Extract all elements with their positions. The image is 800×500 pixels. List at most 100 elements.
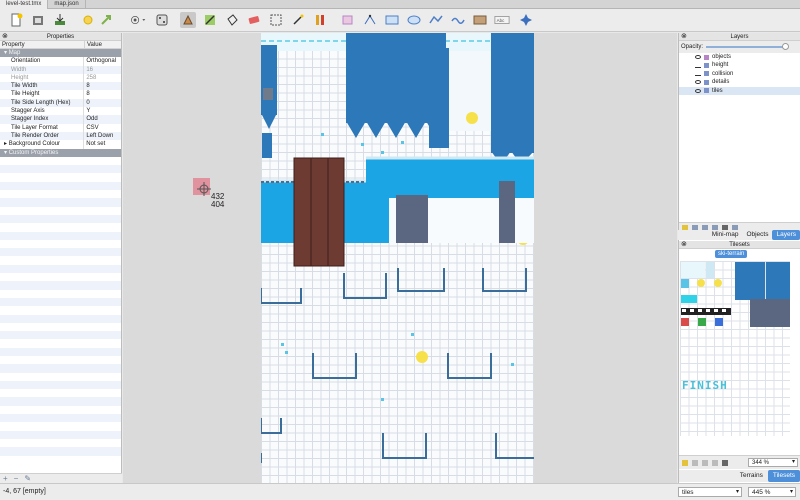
tab-mini-map[interactable]: Mini-map bbox=[708, 230, 743, 240]
layer-item-height[interactable]: height bbox=[679, 61, 800, 69]
tileset-grid[interactable]: FINISH bbox=[680, 261, 790, 436]
current-layer-select[interactable]: tiles bbox=[678, 487, 742, 497]
property-row[interactable]: Tile Height 8 bbox=[0, 90, 121, 99]
tile-map-canvas[interactable] bbox=[261, 33, 534, 483]
property-value[interactable]: CSV bbox=[84, 124, 121, 132]
insert-ellipse-icon[interactable] bbox=[406, 12, 422, 28]
property-row[interactable]: ▸ Background Colour Not set bbox=[0, 140, 121, 149]
property-value[interactable]: Odd bbox=[84, 115, 121, 123]
empty-row bbox=[0, 380, 121, 390]
property-row[interactable]: Orientation Orthogonal bbox=[0, 57, 121, 66]
insert-polygon-icon[interactable] bbox=[428, 12, 444, 28]
property-row[interactable]: Tile Width 8 bbox=[0, 82, 121, 91]
empty-row bbox=[0, 281, 121, 290]
property-column-header[interactable]: Property bbox=[0, 41, 85, 48]
map-group-row[interactable]: ▾ Map bbox=[0, 49, 121, 58]
property-row[interactable]: Tile Render Order Left Down bbox=[0, 131, 121, 141]
eye-open-icon[interactable] bbox=[695, 80, 701, 85]
tab-layers[interactable]: Layers bbox=[772, 230, 800, 240]
property-value[interactable]: 16 bbox=[84, 66, 121, 74]
remove-property-icon[interactable]: − bbox=[14, 474, 19, 483]
export-tileset-icon[interactable] bbox=[702, 459, 708, 466]
empty-row bbox=[0, 422, 121, 430]
layer-item-objects[interactable]: objects bbox=[679, 53, 800, 61]
close-icon[interactable]: ⊗ bbox=[2, 33, 8, 41]
insert-rectangle-icon[interactable] bbox=[384, 12, 400, 28]
property-value[interactable]: Orthogonal bbox=[84, 57, 121, 65]
property-value[interactable]: 258 bbox=[84, 74, 121, 82]
layer-item-details[interactable]: details bbox=[679, 78, 800, 86]
empty-row bbox=[0, 373, 121, 381]
tileset-zoom-select[interactable]: 344 % bbox=[748, 458, 798, 467]
bucket-fill-icon[interactable] bbox=[224, 12, 240, 28]
insert-polyline-icon[interactable] bbox=[450, 12, 466, 28]
property-value[interactable]: Y bbox=[84, 107, 121, 115]
tab-terrains[interactable]: Terrains bbox=[735, 470, 768, 482]
eraser-icon[interactable] bbox=[246, 12, 262, 28]
add-property-icon[interactable]: + bbox=[3, 474, 8, 483]
opacity-slider-knob[interactable] bbox=[782, 43, 790, 50]
terrain-brush-icon[interactable] bbox=[202, 12, 218, 28]
opacity-slider[interactable] bbox=[706, 43, 790, 50]
properties-panel: ⊗ Properties Property Value ▾ Map Orient… bbox=[0, 33, 122, 483]
stamp-tool-icon[interactable] bbox=[180, 12, 196, 28]
custom-properties-group-row[interactable]: ▾ Custom Properties bbox=[0, 148, 121, 157]
embed-tileset-icon[interactable] bbox=[692, 459, 698, 466]
rect-select-icon[interactable] bbox=[268, 12, 284, 28]
value-column-header[interactable]: Value bbox=[85, 41, 102, 48]
tab-objects[interactable]: Objects bbox=[742, 230, 772, 240]
map-viewport[interactable]: 432 404 bbox=[123, 33, 677, 483]
select-objects-icon[interactable] bbox=[340, 12, 356, 28]
open-file-icon[interactable] bbox=[30, 12, 46, 28]
tab-map-json[interactable]: map.json bbox=[48, 0, 86, 9]
property-name: Width bbox=[0, 65, 85, 74]
close-icon[interactable]: ⊗ bbox=[681, 241, 687, 249]
map-zoom-select[interactable]: 445 % bbox=[748, 487, 796, 497]
property-value[interactable]: 0 bbox=[84, 99, 121, 107]
edit-polygons-icon[interactable] bbox=[362, 12, 378, 28]
property-row[interactable]: Stagger Axis Y bbox=[0, 107, 121, 116]
edit-tileset-icon[interactable] bbox=[712, 459, 718, 466]
property-name: Stagger Axis bbox=[0, 107, 85, 116]
eye-closed-icon[interactable] bbox=[695, 64, 701, 68]
tab-tilesets[interactable]: Tilesets bbox=[767, 470, 800, 482]
rename-property-icon[interactable]: ✎ bbox=[24, 474, 31, 483]
property-value[interactable]: Not set bbox=[84, 140, 121, 148]
property-name: Orientation bbox=[0, 57, 85, 66]
insert-text-icon[interactable]: Abc bbox=[494, 12, 512, 28]
eye-open-icon[interactable] bbox=[695, 55, 701, 60]
new-tileset-icon[interactable] bbox=[682, 459, 688, 466]
property-value[interactable]: 8 bbox=[84, 82, 121, 90]
property-row[interactable]: Stagger Index Odd bbox=[0, 115, 121, 124]
layer-name: height bbox=[712, 62, 729, 69]
property-row[interactable]: Tile Side Length (Hex) 0 bbox=[0, 98, 121, 108]
magic-wand-icon[interactable] bbox=[290, 12, 306, 28]
property-value[interactable]: Left Down bbox=[84, 132, 121, 140]
new-file-icon[interactable] bbox=[8, 12, 24, 28]
property-row[interactable]: Width 16 bbox=[0, 65, 121, 74]
tree-cluster-right bbox=[491, 33, 534, 153]
tilesets-toolbar: 344 % bbox=[679, 455, 800, 469]
property-value[interactable]: 8 bbox=[84, 90, 121, 98]
world-tool-icon[interactable] bbox=[518, 12, 534, 28]
random-mode-icon[interactable] bbox=[154, 12, 170, 28]
close-icon[interactable]: ⊗ bbox=[681, 33, 687, 41]
layer-item-collision[interactable]: collision bbox=[679, 70, 800, 78]
select-same-tile-icon[interactable] bbox=[312, 12, 328, 28]
property-row[interactable]: Height 258 bbox=[0, 73, 121, 83]
tileset-tab-ski-terrain[interactable]: ski-terrain bbox=[715, 250, 748, 258]
properties-header: Property Value bbox=[0, 41, 121, 49]
save-icon[interactable] bbox=[52, 12, 68, 28]
eye-closed-icon[interactable] bbox=[695, 72, 701, 76]
redo-icon[interactable] bbox=[98, 12, 114, 28]
tab-level-test[interactable]: level-test.tmx bbox=[0, 0, 49, 9]
stamp-brush-menu-icon[interactable] bbox=[130, 12, 152, 28]
remove-tileset-icon[interactable] bbox=[722, 459, 728, 466]
empty-row bbox=[0, 264, 121, 274]
property-row[interactable]: Tile Layer Format CSV bbox=[0, 123, 121, 132]
eye-open-icon[interactable] bbox=[695, 88, 701, 93]
insert-tile-icon[interactable] bbox=[472, 12, 488, 28]
empty-row bbox=[0, 207, 121, 215]
undo-icon[interactable] bbox=[80, 12, 96, 28]
layer-item-tiles[interactable]: tiles bbox=[679, 86, 800, 95]
